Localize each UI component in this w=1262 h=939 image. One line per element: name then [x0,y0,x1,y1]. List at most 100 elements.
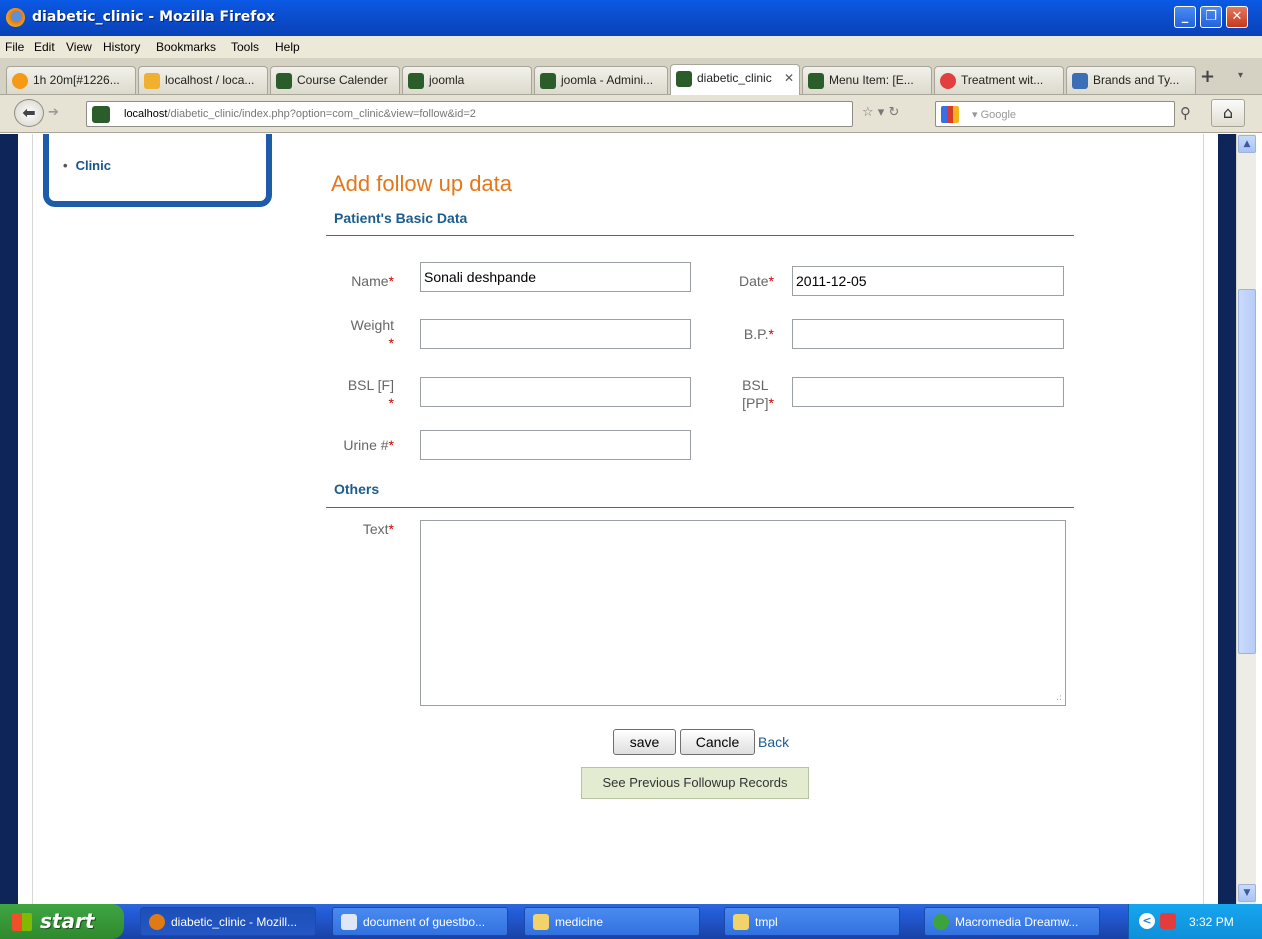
google-icon[interactable] [941,106,959,123]
back-link[interactable]: Back [758,734,789,750]
task-firefox[interactable]: diabetic_clinic - Mozill... [140,907,316,936]
menu-edit[interactable]: Edit [34,40,55,54]
menu-view[interactable]: View [66,40,92,54]
reload-icon[interactable]: ↻ [888,105,899,120]
scroll-down-icon[interactable]: ▼ [1238,884,1256,902]
task-medicine[interactable]: medicine [524,907,700,936]
minimize-button[interactable]: _ [1174,6,1196,28]
search-icon[interactable]: ⚲ [1180,104,1191,122]
firefox-icon [149,914,165,930]
document-icon [341,914,357,930]
bsl-pp-label: BSL [PP]* [742,377,774,411]
url-text[interactable]: localhost/diabetic_clinic/index.php?opti… [124,108,476,120]
bp-label: B.P.* [743,326,774,342]
resize-grip-icon[interactable]: .: [1056,693,1062,703]
page-content: Clinic Add follow up data Patient's Basi… [0,134,1236,904]
menu-history[interactable]: History [103,40,140,54]
sidebar-item-clinic[interactable]: Clinic [63,158,111,173]
weight-field[interactable] [420,319,691,349]
clock-icon [12,73,28,89]
left-frame-border [0,134,18,904]
tab-menu-item[interactable]: Menu Item: [E... [802,66,932,94]
firefox-window: diabetic_clinic - Mozilla Firefox _ ❐ ✕ … [0,0,1262,939]
bookmark-star-icon[interactable]: ☆ ▾ ↻ [862,105,899,120]
section-divider [326,235,1074,236]
menu-tools[interactable]: Tools [231,40,259,54]
section-basic-data: Patient's Basic Data [334,210,468,226]
sidebar-menu: Clinic [63,158,111,173]
main-menu-box: Clinic [43,134,272,207]
folder-icon [533,914,549,930]
home-button[interactable]: ⌂ [1211,99,1245,127]
vertical-scrollbar[interactable]: ▲ ▼ [1236,134,1256,904]
page-title: Add follow up data [331,171,513,196]
menu-bookmarks[interactable]: Bookmarks [156,40,216,54]
date-label: Date* [738,273,774,289]
tab-list-icon[interactable]: ▾ [1238,70,1243,81]
text-area[interactable]: .: [420,520,1066,706]
url-bar[interactable]: localhost/diabetic_clinic/index.php?opti… [86,101,853,127]
search-placeholder: ▾ Google [972,109,1017,121]
webmd-icon [1072,73,1088,89]
name-field[interactable] [420,262,691,292]
tab-bar: 1h 20m[#1226... localhost / loca... Cour… [0,58,1262,95]
right-divider [1203,134,1204,904]
close-button[interactable]: ✕ [1226,6,1248,28]
firefox-icon [6,8,25,27]
joomla-icon [408,73,424,89]
section-others: Others [334,481,380,497]
save-button[interactable]: save [613,729,676,755]
joomla-icon [540,73,556,89]
search-box[interactable]: ▾ Google [935,101,1175,127]
task-document[interactable]: document of guestbo... [332,907,508,936]
menu-file[interactable]: File [5,40,24,54]
dreamweaver-icon [933,914,949,930]
previous-records-button[interactable]: See Previous Followup Records [581,767,809,799]
scroll-thumb[interactable] [1238,289,1256,654]
tray-expand-icon[interactable]: < [1139,913,1155,929]
weight-label: Weight * [350,317,394,351]
tab-diabetic-clinic[interactable]: diabetic_clinic ✕ [670,64,800,95]
start-button[interactable]: start [0,904,124,939]
window-title: diabetic_clinic - Mozilla Firefox [32,9,276,25]
navigation-bar: ⬅ ➔ localhost/diabetic_clinic/index.php?… [0,95,1262,133]
tab-course-calender[interactable]: Course Calender [270,66,400,94]
tray-app-icon[interactable] [1160,913,1176,929]
task-tmpl[interactable]: tmpl [724,907,900,936]
tab-joomla-admin[interactable]: joomla - Admini... [534,66,668,94]
heart-icon [940,73,956,89]
tab-treatment[interactable]: Treatment wit... [934,66,1064,94]
back-button[interactable]: ⬅ [14,99,44,127]
bsl-pp-field[interactable] [792,377,1064,407]
title-bar: diabetic_clinic - Mozilla Firefox _ ❐ ✕ [0,0,1262,36]
clock: 3:32 PM [1189,915,1234,929]
new-tab-button[interactable]: + [1200,66,1215,87]
name-label: Name* [351,273,394,289]
phpmyadmin-icon [144,73,160,89]
text-label: Text* [362,521,394,537]
bsl-f-field[interactable] [420,377,691,407]
urine-field[interactable] [420,430,691,460]
scroll-up-icon[interactable]: ▲ [1238,135,1256,153]
restore-button[interactable]: ❐ [1200,6,1222,28]
menu-bar: File Edit View History Bookmarks Tools H… [0,36,1262,58]
right-frame-border [1218,134,1236,904]
forward-button[interactable]: ➔ [48,105,59,120]
cancel-button[interactable]: Cancle [680,729,755,755]
tab-phpmyadmin[interactable]: localhost / loca... [138,66,268,94]
section-divider [326,507,1074,508]
joomla-icon [676,71,692,87]
tab-timer[interactable]: 1h 20m[#1226... [6,66,136,94]
tab-webmd[interactable]: Brands and Ty... [1066,66,1196,94]
menu-help[interactable]: Help [275,40,300,54]
joomla-icon [276,73,292,89]
task-dreamweaver[interactable]: Macromedia Dreamw... [924,907,1100,936]
date-field[interactable] [792,266,1064,296]
tab-joomla[interactable]: joomla [402,66,532,94]
folder-icon [733,914,749,930]
tab-close-icon[interactable]: ✕ [784,71,794,85]
bp-field[interactable] [792,319,1064,349]
system-tray: < 3:32 PM [1128,904,1262,939]
urine-label: Urine #* [343,437,394,453]
joomla-icon [808,73,824,89]
